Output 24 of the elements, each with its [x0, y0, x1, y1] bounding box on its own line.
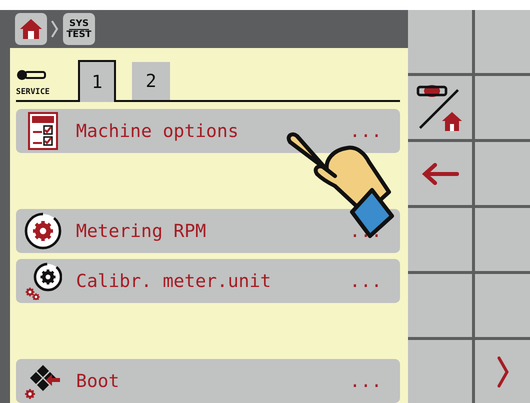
- home-icon: [19, 18, 43, 40]
- menu-item[interactable]: Boot ...: [16, 359, 400, 403]
- menu-item[interactable]: Machine options ...: [16, 109, 400, 153]
- chevron-right-icon: [51, 20, 59, 38]
- home-button[interactable]: [15, 13, 47, 45]
- gears-icon: [24, 262, 62, 300]
- key-icon: [16, 69, 46, 81]
- chevron-right-icon: [496, 356, 510, 388]
- more-indicator: ...: [349, 370, 382, 392]
- menu-item-label: Calibr. meter.unit: [76, 270, 272, 292]
- more-indicator: ...: [349, 120, 382, 142]
- boot-icon: [24, 362, 62, 400]
- menu-item-label: Machine options: [76, 120, 240, 142]
- access-level-label: SERVICE: [16, 87, 51, 96]
- more-indicator: ...: [349, 270, 382, 292]
- back-arrow-icon: [421, 162, 459, 184]
- menu-item-label: Boot: [76, 370, 120, 392]
- system-test-button[interactable]: SYS TEST: [63, 13, 95, 45]
- softkey-button[interactable]: [408, 76, 472, 139]
- tab[interactable]: 1: [78, 60, 116, 102]
- gear-rotation-icon: [24, 212, 62, 250]
- menu-item[interactable]: Calibr. meter.unit ...: [16, 259, 400, 303]
- menu-item-label: Metering RPM: [76, 220, 208, 242]
- tab[interactable]: 2: [132, 62, 170, 100]
